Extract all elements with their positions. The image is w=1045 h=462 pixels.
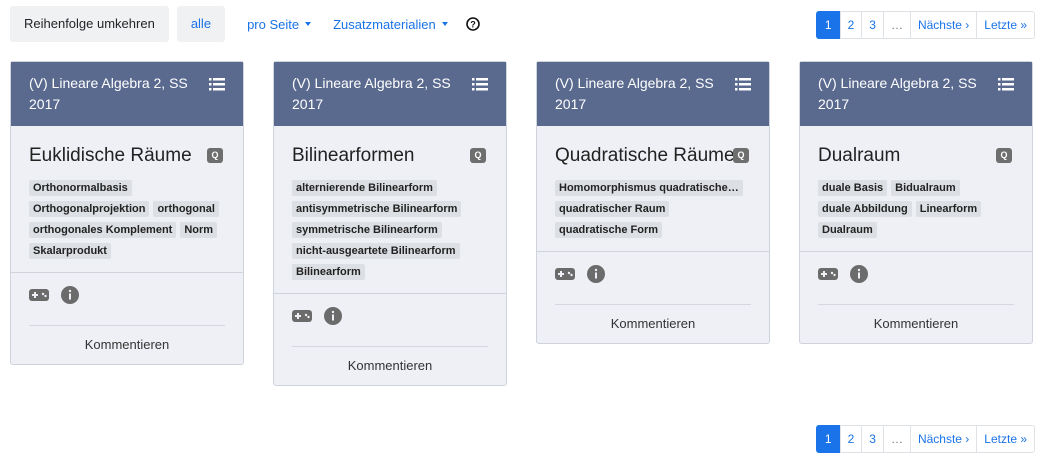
page-link-1[interactable]: 1 <box>815 11 841 39</box>
topic-card: (V) Lineare Algebra 2, SS 2017 Quadratis… <box>536 61 770 344</box>
info-icon[interactable] <box>587 264 605 288</box>
toolbar: Reihenfolge umkehren alle pro Seite Zusa… <box>10 6 480 42</box>
last-page-link[interactable]: Letzte » <box>976 425 1035 453</box>
card-title: Bilinearformen Q <box>292 144 488 168</box>
comment-button[interactable]: Kommentieren <box>274 347 506 385</box>
tag-list: duale Basis Bidualraum duale Abbildung Line… <box>818 180 1014 243</box>
tag-list: alternierende Bilinearform antisymmetrisc… <box>292 180 488 285</box>
card-actions <box>11 273 243 309</box>
card-title-text[interactable]: Euklidische Räume <box>29 145 192 166</box>
topic-card: (V) Lineare Algebra 2, SS 2017 Bilinearf… <box>273 61 507 386</box>
next-page-link[interactable]: Nächste › <box>909 11 978 39</box>
per-page-dropdown[interactable]: pro Seite <box>247 6 312 42</box>
keyword-tag[interactable]: antisymmetrische Bilinearform <box>292 201 462 217</box>
reverse-order-button[interactable]: Reihenfolge umkehren <box>10 6 169 42</box>
keyword-tag[interactable]: quadratischer Raum <box>555 201 670 217</box>
keyword-tag[interactable]: Orthogonalprojektion <box>29 201 150 217</box>
page-link-1[interactable]: 1 <box>815 425 841 453</box>
card-header: (V) Lineare Algebra 2, SS 2017 <box>537 62 769 126</box>
page-ellipsis: … <box>882 11 911 39</box>
card-title: Dualraum Q <box>818 144 1014 168</box>
course-name[interactable]: (V) Lineare Algebra 2, SS 2017 <box>292 75 451 112</box>
keyword-tag[interactable]: Norm <box>180 222 218 238</box>
page-link-3[interactable]: 3 <box>861 11 884 39</box>
pagination-bottom: 1 2 3 … Nächste › Letzte » <box>815 425 1035 453</box>
gamepad-icon[interactable] <box>818 267 838 285</box>
keyword-tag[interactable]: duale Abbildung <box>818 201 912 217</box>
card-title: Quadratische Räume Q <box>555 144 751 168</box>
keyword-tag[interactable]: nicht-ausgeartete Bilinearform <box>292 243 460 259</box>
last-page-link[interactable]: Letzte » <box>976 11 1035 39</box>
gamepad-icon[interactable] <box>29 288 49 306</box>
card-header: (V) Lineare Algebra 2, SS 2017 <box>11 62 243 126</box>
page-ellipsis: … <box>882 425 911 453</box>
keyword-tag[interactable]: Bidualraum <box>891 180 960 196</box>
keyword-tag[interactable]: Dualraum <box>818 222 877 238</box>
card-body: Bilinearformen Q alternierende Bilinearf… <box>274 126 506 285</box>
card-header: (V) Lineare Algebra 2, SS 2017 <box>274 62 506 126</box>
card-header: (V) Lineare Algebra 2, SS 2017 <box>800 62 1032 126</box>
search-badge-icon[interactable]: Q <box>207 148 223 163</box>
info-icon[interactable] <box>324 306 342 330</box>
svg-text:?: ? <box>470 20 476 30</box>
keyword-tag[interactable]: Linearform <box>915 201 982 217</box>
list-icon[interactable] <box>735 76 751 97</box>
per-page-label: pro Seite <box>247 16 300 32</box>
course-name[interactable]: (V) Lineare Algebra 2, SS 2017 <box>818 75 977 112</box>
keyword-tag[interactable]: alternierende Bilinearform <box>292 180 437 196</box>
all-button[interactable]: alle <box>176 6 226 42</box>
card-actions <box>274 294 506 330</box>
chevron-down-icon <box>305 22 312 26</box>
list-icon[interactable] <box>472 76 488 97</box>
card-body: Euklidische Räume Q Orthonormalbasis Orth… <box>11 126 243 264</box>
chevron-down-icon <box>441 22 448 26</box>
materials-label: Zusatzmaterialien <box>333 16 436 32</box>
gamepad-icon[interactable] <box>292 309 312 327</box>
card-actions <box>537 252 769 288</box>
card-body: Quadratische Räume Q Homomorphismus quad… <box>537 126 769 243</box>
info-icon[interactable] <box>61 285 79 309</box>
card-body: Dualraum Q duale Basis Bidualraum duale Ab… <box>800 126 1032 243</box>
comment-button[interactable]: Kommentieren <box>11 326 243 364</box>
tag-list: Orthonormalbasis Orthogonalprojektion orth… <box>29 180 225 264</box>
info-icon[interactable] <box>850 264 868 288</box>
tag-list: Homomorphismus quadratische… quadratische… <box>555 180 751 243</box>
keyword-tag[interactable]: duale Basis <box>818 180 888 196</box>
keyword-tag[interactable]: quadratische Form <box>555 222 663 238</box>
search-badge-icon[interactable]: Q <box>996 148 1012 163</box>
keyword-tag[interactable]: orthogonales Komplement <box>29 222 177 238</box>
card-actions <box>800 252 1032 288</box>
course-name[interactable]: (V) Lineare Algebra 2, SS 2017 <box>555 75 714 112</box>
search-badge-icon[interactable]: Q <box>470 148 486 163</box>
search-badge-icon[interactable]: Q <box>733 148 749 163</box>
page-link-3[interactable]: 3 <box>861 425 884 453</box>
gamepad-icon[interactable] <box>555 267 575 285</box>
page-link-2[interactable]: 2 <box>839 425 863 453</box>
card-title: Euklidische Räume Q <box>29 144 225 168</box>
card-title-text[interactable]: Dualraum <box>818 145 900 166</box>
keyword-tag[interactable]: symmetrische Bilinearform <box>292 222 442 238</box>
keyword-tag[interactable]: Skalarprodukt <box>29 243 111 259</box>
card-title-text[interactable]: Quadratische Räume <box>555 145 735 166</box>
keyword-tag[interactable]: Orthonormalbasis <box>29 180 132 196</box>
materials-dropdown[interactable]: Zusatzmaterialien <box>333 6 448 42</box>
topic-card: (V) Lineare Algebra 2, SS 2017 Euklidisc… <box>10 61 244 365</box>
card-title-text[interactable]: Bilinearformen <box>292 145 415 166</box>
comment-button[interactable]: Kommentieren <box>800 305 1032 343</box>
help-icon[interactable]: ? <box>465 6 480 42</box>
pagination-top: 1 2 3 … Nächste › Letzte » <box>815 11 1035 39</box>
keyword-tag[interactable]: orthogonal <box>153 201 219 217</box>
keyword-tag[interactable]: Bilinearform <box>292 264 365 280</box>
topic-card: (V) Lineare Algebra 2, SS 2017 Dualraum … <box>799 61 1033 344</box>
course-name[interactable]: (V) Lineare Algebra 2, SS 2017 <box>29 75 188 112</box>
next-page-link[interactable]: Nächste › <box>909 425 978 453</box>
list-icon[interactable] <box>209 76 225 97</box>
page-link-2[interactable]: 2 <box>839 11 863 39</box>
keyword-tag[interactable]: Homomorphismus quadratische… <box>555 180 743 196</box>
list-icon[interactable] <box>998 76 1014 97</box>
comment-button[interactable]: Kommentieren <box>537 305 769 343</box>
